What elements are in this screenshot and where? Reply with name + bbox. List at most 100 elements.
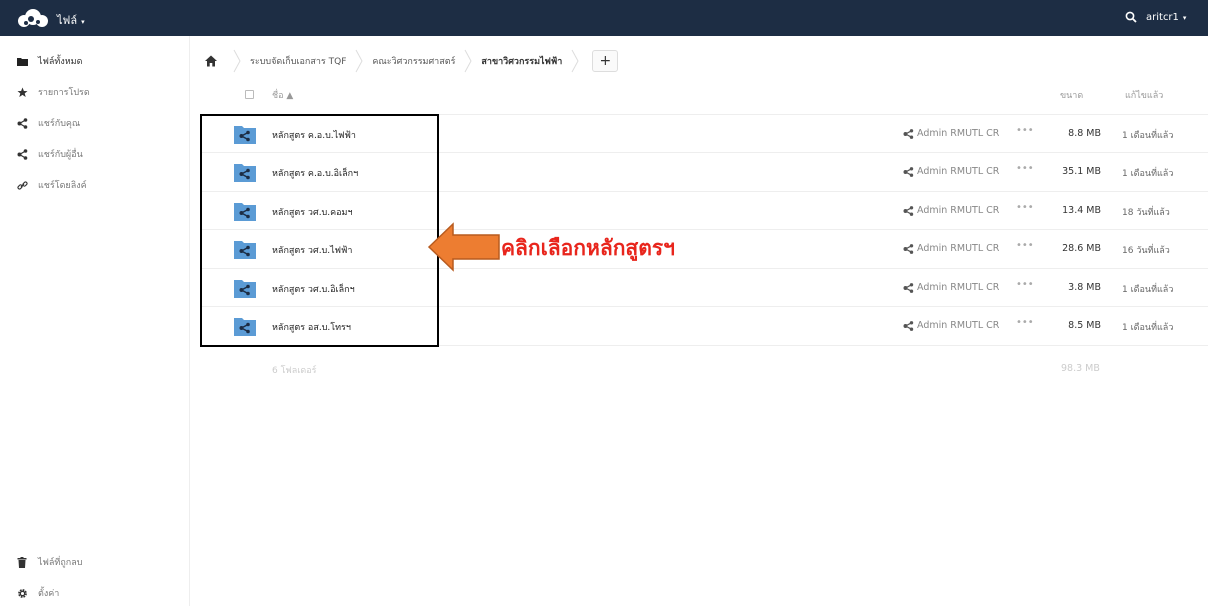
user-menu[interactable]: aritcr1 ▾	[1146, 12, 1186, 23]
more-actions-icon[interactable]: •••	[1016, 240, 1034, 251]
shared-by-label: Admin RMUTL CR	[917, 243, 1000, 254]
more-actions-icon[interactable]: •••	[1016, 202, 1034, 213]
sidebar-item-label: แชร์โดยลิงค์	[38, 181, 87, 191]
column-header-modified[interactable]: แก้ไขแล้ว	[1125, 88, 1163, 102]
sidebar-item-label: ไฟล์ที่ถูกลบ	[38, 558, 83, 568]
shared-by-label: Admin RMUTL CR	[917, 166, 1000, 177]
shared-by[interactable]: Admin RMUTL CR	[903, 166, 999, 177]
table-row[interactable]: หลักสูตร อส.บ.โทรฯ Admin RMUTL CR ••• 8.…	[200, 307, 1208, 345]
sidebar: ไฟล์ทั้งหมด รายการโปรด แชร์กับคุณ แชร์กั…	[0, 36, 190, 606]
folder-count: 6 โฟลเดอร์	[272, 366, 317, 376]
shared-folder-icon	[234, 318, 256, 336]
breadcrumb-separator-icon	[571, 49, 579, 73]
file-size: 8.5 MB	[1068, 320, 1101, 331]
shared-folder-icon	[234, 203, 256, 221]
select-all-checkbox[interactable]	[245, 90, 254, 99]
file-name[interactable]: หลักสูตร วศ.บ.ไฟฟ้า	[272, 243, 352, 257]
more-actions-icon[interactable]: •••	[1016, 125, 1034, 136]
shared-by[interactable]: Admin RMUTL CR	[903, 243, 999, 254]
breadcrumb-item[interactable]: ระบบจัดเก็บเอกสาร TQF	[248, 54, 348, 68]
search-icon[interactable]	[1125, 11, 1137, 23]
share-icon	[16, 148, 28, 160]
modified-time: 18 วันที่แล้ว	[1122, 208, 1170, 218]
share-icon	[903, 205, 914, 216]
breadcrumb-current[interactable]: สาขาวิศวกรรมไฟฟ้า	[479, 54, 564, 68]
app-title: ไฟล์	[57, 14, 78, 27]
shared-by-label: Admin RMUTL CR	[917, 320, 1000, 331]
more-actions-icon[interactable]: •••	[1016, 279, 1034, 290]
gear-icon	[16, 587, 28, 599]
modified-time: 1 เดือนที่แล้ว	[1122, 169, 1174, 179]
breadcrumb-item[interactable]: คณะวิศวกรรมศาสตร์	[370, 54, 457, 68]
sidebar-item-shared-by-link[interactable]: แชร์โดยลิงค์	[0, 170, 190, 200]
sidebar-item-shared-with-others[interactable]: แชร์กับผู้อื่น	[0, 139, 190, 169]
sidebar-item-shared-with-you[interactable]: แชร์กับคุณ	[0, 108, 190, 138]
breadcrumb-separator-icon	[233, 49, 241, 73]
shared-by-label: Admin RMUTL CR	[917, 205, 1000, 216]
column-header-size[interactable]: ขนาด	[1060, 88, 1083, 102]
sidebar-item-label: ตั้งค่า	[38, 589, 60, 599]
trash-icon	[16, 556, 28, 568]
shared-by[interactable]: Admin RMUTL CR	[903, 128, 999, 139]
file-size: 8.8 MB	[1068, 128, 1101, 139]
share-icon	[903, 282, 914, 293]
table-row[interactable]: หลักสูตร ค.อ.บ.อิเล็กฯ Admin RMUTL CR ••…	[200, 153, 1208, 191]
share-icon	[903, 128, 914, 139]
shared-by-label: Admin RMUTL CR	[917, 282, 1000, 293]
total-size: 98.3 MB	[1061, 363, 1100, 374]
shared-by[interactable]: Admin RMUTL CR	[903, 320, 999, 331]
share-icon	[903, 243, 914, 254]
star-icon	[16, 86, 28, 98]
breadcrumb-separator-icon	[355, 49, 363, 73]
table-row[interactable]: หลักสูตร ค.อ.บ.ไฟฟ้า Admin RMUTL CR ••• …	[200, 115, 1208, 153]
breadcrumb: ระบบจัดเก็บเอกสาร TQF คณะวิศวกรรมศาสตร์ …	[200, 48, 619, 74]
share-icon	[16, 117, 28, 129]
shared-by-label: Admin RMUTL CR	[917, 128, 1000, 139]
sidebar-item-label: แชร์กับผู้อื่น	[38, 150, 83, 160]
user-name: aritcr1	[1146, 12, 1179, 23]
file-name[interactable]: หลักสูตร วศ.บ.คอมฯ	[272, 205, 353, 219]
owncloud-logo-icon[interactable]	[14, 7, 52, 29]
shared-by[interactable]: Admin RMUTL CR	[903, 282, 999, 293]
file-name[interactable]: หลักสูตร ค.อ.บ.อิเล็กฯ	[272, 166, 358, 180]
shared-folder-icon	[234, 126, 256, 144]
sidebar-item-label: รายการโปรด	[38, 88, 90, 98]
link-icon	[16, 179, 28, 191]
shared-folder-icon	[234, 164, 256, 182]
sidebar-item-deleted-files[interactable]: ไฟล์ที่ถูกลบ	[0, 547, 190, 577]
app-menu[interactable]: ไฟล์ ▾	[57, 11, 85, 29]
share-icon	[903, 166, 914, 177]
more-actions-icon[interactable]: •••	[1016, 163, 1034, 174]
modified-time: 1 เดือนที่แล้ว	[1122, 323, 1174, 333]
shared-folder-icon	[234, 241, 256, 259]
chevron-down-icon: ▾	[1182, 14, 1187, 22]
shared-by[interactable]: Admin RMUTL CR	[903, 205, 999, 216]
new-button[interactable]: +	[592, 50, 619, 72]
share-icon	[903, 320, 914, 331]
table-row[interactable]: หลักสูตร วศ.บ.ไฟฟ้า Admin RMUTL CR ••• 2…	[200, 230, 1208, 268]
file-name[interactable]: หลักสูตร ค.อ.บ.ไฟฟ้า	[272, 128, 356, 142]
column-header-name[interactable]: ชื่อ ▲	[272, 88, 293, 102]
sidebar-item-all-files[interactable]: ไฟล์ทั้งหมด	[0, 46, 190, 76]
file-size: 13.4 MB	[1062, 205, 1101, 216]
sidebar-item-label: แชร์กับคุณ	[38, 119, 81, 129]
file-name[interactable]: หลักสูตร วศ.บ.อิเล็กฯ	[272, 282, 355, 296]
arrow-left-icon	[427, 222, 500, 272]
home-icon[interactable]	[204, 54, 218, 68]
chevron-down-icon: ▾	[81, 18, 85, 26]
sidebar-item-favorites[interactable]: รายการโปรด	[0, 77, 190, 107]
file-size: 35.1 MB	[1062, 166, 1101, 177]
shared-folder-icon	[234, 280, 256, 298]
top-bar: ไฟล์ ▾ aritcr1 ▾	[0, 0, 1208, 36]
file-name[interactable]: หลักสูตร อส.บ.โทรฯ	[272, 320, 351, 334]
table-row[interactable]: หลักสูตร วศ.บ.คอมฯ Admin RMUTL CR ••• 13…	[200, 192, 1208, 230]
modified-time: 1 เดือนที่แล้ว	[1122, 285, 1174, 295]
file-size: 3.8 MB	[1068, 282, 1101, 293]
sidebar-item-settings[interactable]: ตั้งค่า	[0, 578, 190, 606]
table-row[interactable]: หลักสูตร วศ.บ.อิเล็กฯ Admin RMUTL CR •••…	[200, 269, 1208, 307]
annotation-callout: คลิกเลือกหลักสูตรฯ	[501, 236, 675, 260]
more-actions-icon[interactable]: •••	[1016, 317, 1034, 328]
row-divider	[200, 345, 1208, 346]
modified-time: 16 วันที่แล้ว	[1122, 246, 1170, 256]
breadcrumb-separator-icon	[464, 49, 472, 73]
